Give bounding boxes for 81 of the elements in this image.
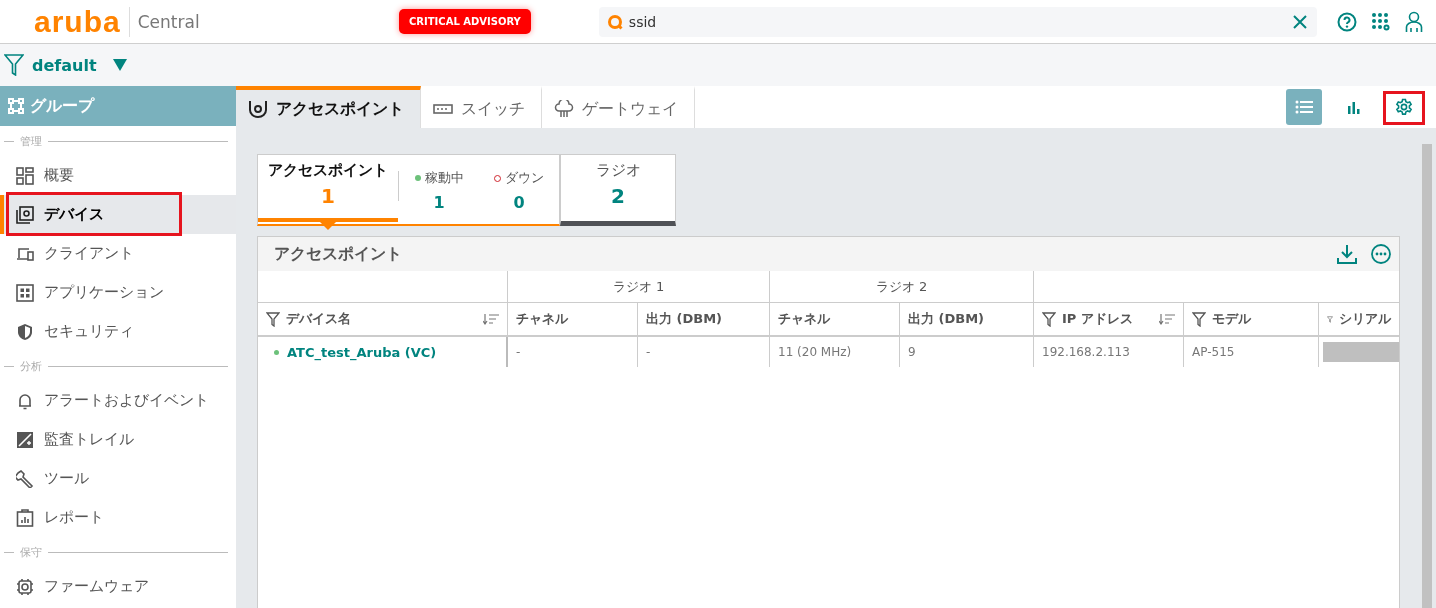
column-header[interactable]: 出力 (DBM) bbox=[638, 303, 770, 335]
shield-icon bbox=[16, 322, 34, 341]
table-cell: - bbox=[646, 345, 651, 359]
chip-icon bbox=[16, 577, 34, 596]
search-field[interactable]: ssid bbox=[598, 6, 1317, 37]
sidebar-item[interactable]: アラートおよびイベント bbox=[0, 381, 236, 420]
bell-icon bbox=[16, 391, 34, 410]
critical-advisory-badge[interactable]: CRITICAL ADVISORY bbox=[399, 9, 531, 34]
bar-chart-icon bbox=[1347, 100, 1361, 114]
summary-card[interactable]: ラジオ 2 bbox=[560, 154, 676, 226]
column-header[interactable]: IP アドレス bbox=[1034, 303, 1184, 335]
status-count: 0 bbox=[513, 193, 525, 212]
column-group-header: ラジオ 1 bbox=[612, 277, 665, 296]
table-cell: 11 (20 MHz) bbox=[778, 345, 852, 359]
column-header[interactable]: 出力 (DBM) bbox=[900, 303, 1034, 335]
status-label: 稼動中 bbox=[424, 169, 464, 187]
filter-icon[interactable] bbox=[1042, 311, 1056, 327]
user-icon[interactable] bbox=[1404, 10, 1423, 33]
sort-icon[interactable] bbox=[1159, 313, 1175, 325]
device-type-tab[interactable]: スイッチ bbox=[421, 86, 542, 128]
sidebar-item[interactable]: ファームウェア bbox=[0, 567, 236, 606]
sidebar-item[interactable]: レポート bbox=[0, 498, 236, 537]
list-icon bbox=[1295, 100, 1313, 114]
settings-icon bbox=[1395, 98, 1413, 116]
table-cell: AP-515 bbox=[1192, 345, 1235, 359]
table-cell: 9 bbox=[908, 345, 916, 359]
column-header[interactable]: チャネル bbox=[770, 303, 900, 335]
apps-settings-icon[interactable] bbox=[1370, 11, 1391, 32]
status-label: ダウン bbox=[505, 169, 544, 187]
clear-icon[interactable] bbox=[1292, 14, 1307, 29]
device-icon bbox=[16, 205, 34, 224]
device-type-tab[interactable]: ゲートウェイ bbox=[542, 86, 695, 128]
table-cell: - bbox=[516, 345, 521, 359]
card-title: ラジオ bbox=[595, 161, 641, 180]
scrollbar[interactable] bbox=[1422, 144, 1432, 608]
filter-icon[interactable] bbox=[266, 311, 280, 327]
product-name: Central bbox=[136, 11, 200, 32]
table-title: アクセスポイント bbox=[274, 243, 403, 265]
cloud-icon bbox=[554, 100, 574, 118]
filter-icon[interactable] bbox=[4, 54, 24, 76]
access-point-icon bbox=[248, 100, 268, 118]
caret-icon[interactable] bbox=[112, 59, 127, 71]
sidebar-item[interactable]: デバイス bbox=[0, 195, 236, 234]
section-heading: 分析 bbox=[20, 358, 42, 374]
device-type-tab[interactable]: アクセスポイント bbox=[236, 86, 421, 128]
column-header[interactable]: シリアル bbox=[1319, 303, 1399, 335]
table-cell: 192.168.2.113 bbox=[1042, 345, 1130, 359]
sidebar-item[interactable]: クライアント bbox=[0, 234, 236, 273]
grid-icon bbox=[16, 166, 34, 185]
section-heading: 保守 bbox=[20, 544, 42, 560]
column-header[interactable]: モデル bbox=[1184, 303, 1319, 335]
card-count: 2 bbox=[611, 184, 625, 208]
audit-icon bbox=[16, 430, 34, 449]
sidebar-title: グループ bbox=[30, 95, 94, 117]
sidebar-item[interactable]: ツール bbox=[0, 459, 236, 498]
sidebar-item[interactable]: アプリケーション bbox=[0, 273, 236, 312]
section-heading: 管理 bbox=[20, 133, 42, 149]
list-view-button[interactable] bbox=[1286, 89, 1322, 125]
report-icon bbox=[16, 508, 34, 527]
column-header[interactable]: デバイス名 bbox=[258, 303, 508, 335]
search-icon bbox=[606, 13, 623, 30]
online-status-dot bbox=[414, 175, 421, 181]
sidebar-item[interactable]: セキュリティ bbox=[0, 312, 236, 351]
wrench-icon bbox=[16, 469, 34, 488]
column-header[interactable]: チャネル bbox=[508, 303, 638, 335]
card-title: アクセスポイント bbox=[268, 161, 388, 180]
apps-icon bbox=[16, 283, 34, 302]
group-filter-label[interactable]: default bbox=[32, 55, 97, 75]
more-options-icon[interactable] bbox=[1371, 244, 1391, 264]
card-count: 1 bbox=[321, 184, 335, 208]
aruba-logo: aruba bbox=[34, 6, 130, 37]
column-group-header: ラジオ 2 bbox=[875, 277, 928, 296]
sidebar-item[interactable]: 概要 bbox=[0, 156, 236, 195]
device-name-link[interactable]: ATC_test_Aruba (VC) bbox=[287, 344, 437, 360]
filter-icon[interactable] bbox=[1192, 311, 1206, 327]
group-icon bbox=[8, 98, 24, 114]
help-icon[interactable] bbox=[1336, 11, 1357, 32]
download-icon[interactable] bbox=[1337, 244, 1357, 264]
sort-icon[interactable] bbox=[483, 313, 499, 325]
sidebar-item[interactable]: 監査トレイル bbox=[0, 420, 236, 459]
status-count: 1 bbox=[433, 193, 445, 212]
